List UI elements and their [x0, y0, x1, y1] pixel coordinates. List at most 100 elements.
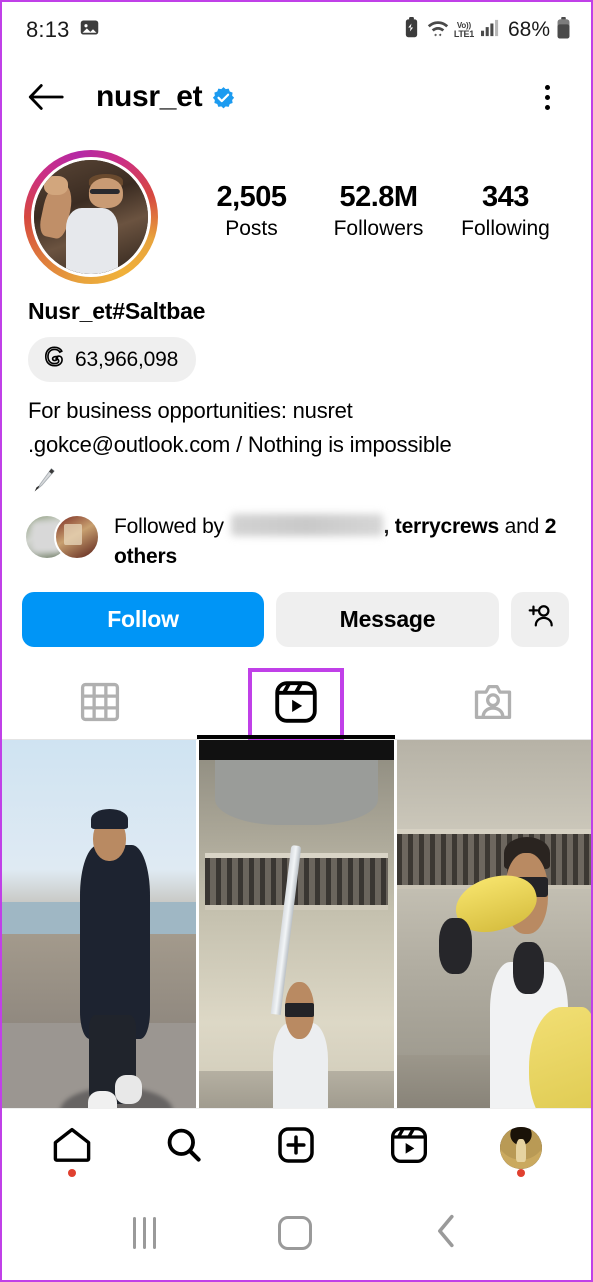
- system-navigation-bar: [2, 1186, 591, 1280]
- followed-by-others-label: others: [114, 545, 177, 569]
- reel-figure-sunglasses: [284, 1002, 314, 1017]
- stat-followers[interactable]: 52.8M Followers: [315, 180, 442, 241]
- profile-action-buttons: Follow Message: [2, 572, 591, 647]
- nav-profile[interactable]: [490, 1117, 552, 1179]
- followed-by-username: terrycrews: [394, 515, 500, 539]
- recents-icon[interactable]: [133, 1217, 156, 1249]
- reels-grid: 6.1M 6.6M: [2, 739, 591, 1144]
- nav-home[interactable]: [41, 1117, 103, 1179]
- reel-image: [396, 739, 591, 1144]
- profile-full-name: Nusr_et#Saltbae: [28, 298, 206, 324]
- followed-by-others-count: 2: [544, 515, 557, 539]
- reel-glove: [439, 917, 473, 975]
- reel-thumbnail[interactable]: 6.6M: [199, 739, 394, 1144]
- nav-create[interactable]: [265, 1117, 327, 1179]
- volte-icon: Vo)) LTE1: [453, 21, 474, 39]
- volte-bottom-label: LTE1: [453, 28, 474, 39]
- kebab-menu-icon[interactable]: [527, 77, 567, 117]
- reel-image: [199, 739, 394, 1144]
- phone-screen: 8:13 Vo)) LTE1 68% nusr_et 2,505 Posts 5…: [0, 0, 593, 1282]
- image-icon: [79, 17, 100, 43]
- recents-bar: [153, 1217, 156, 1249]
- reel-thumbnail[interactable]: 6.1M: [2, 739, 197, 1144]
- reel-letterbox: [199, 739, 394, 761]
- status-bar-left: 8:13: [26, 17, 100, 43]
- profile-avatar-story-ring[interactable]: [24, 150, 158, 284]
- knife-emoji-icon: [28, 466, 58, 492]
- grid-icon: [78, 680, 122, 729]
- tab-grid[interactable]: [2, 671, 198, 739]
- nav-search[interactable]: [153, 1117, 215, 1179]
- tagged-icon: [471, 680, 515, 729]
- kebab-dot: [544, 84, 550, 90]
- stat-label: Posts: [225, 217, 278, 241]
- wifi-icon: [426, 17, 450, 43]
- stat-value: 2,505: [216, 181, 287, 213]
- profile-stats: 2,505 Posts 52.8M Followers 343 Followin…: [158, 150, 569, 241]
- status-time: 8:13: [26, 17, 70, 42]
- followed-by-text: Followed by , terrycrews and 2 others: [114, 510, 565, 572]
- profile-header: nusr_et: [2, 58, 591, 136]
- follow-button[interactable]: Follow: [22, 591, 264, 647]
- profile-avatar-icon: [499, 1126, 542, 1169]
- stat-label: Following: [461, 217, 550, 241]
- battery-icon: [556, 16, 571, 44]
- profile-tabs: [2, 667, 591, 742]
- avatar: [31, 157, 151, 277]
- followed-by-prefix: Followed by: [114, 515, 224, 539]
- message-button[interactable]: Message: [276, 591, 499, 647]
- followed-by-avatars: [24, 514, 100, 561]
- verified-badge-icon: [212, 86, 235, 109]
- stat-value: 52.8M: [339, 181, 418, 213]
- bottom-navigation-bar: [2, 1108, 591, 1186]
- threads-badge[interactable]: 63,966,098: [28, 337, 197, 382]
- followed-by-separator: ,: [383, 515, 395, 539]
- reel-hood: [214, 760, 379, 825]
- reel-thumbnail[interactable]: 5.3M: [396, 739, 591, 1144]
- reel-figure-shoe: [114, 1075, 142, 1104]
- followed-by-hidden-name: [230, 514, 383, 537]
- profile-summary: 2,505 Posts 52.8M Followers 343 Followin…: [2, 136, 591, 284]
- signal-bars-icon: [480, 19, 500, 42]
- back-arrow-icon[interactable]: [26, 75, 70, 119]
- add-person-button[interactable]: [511, 591, 569, 647]
- reel-glove: [513, 941, 545, 995]
- page-title: nusr_et: [96, 80, 203, 113]
- search-icon: [165, 1126, 203, 1169]
- header-title-group: nusr_et: [96, 80, 235, 114]
- followed-avatar: [54, 514, 100, 561]
- reels-icon: [389, 1125, 429, 1170]
- add-person-icon: [525, 602, 555, 636]
- avatar-shirt: [65, 207, 119, 274]
- nav-reels[interactable]: [378, 1117, 440, 1179]
- tab-reels[interactable]: [198, 667, 394, 742]
- stat-value: 343: [482, 181, 529, 213]
- home-square-icon[interactable]: [278, 1216, 312, 1250]
- followed-by-and: and: [499, 515, 545, 539]
- status-bar: 8:13 Vo)) LTE1 68%: [2, 2, 591, 58]
- tab-tagged[interactable]: [395, 671, 591, 739]
- kebab-dot: [544, 104, 550, 110]
- threads-count: 63,966,098: [75, 347, 179, 371]
- home-icon: [52, 1126, 92, 1169]
- reel-image: [2, 739, 197, 1144]
- reel-figure-cap: [91, 808, 129, 829]
- avatar-sunglasses: [89, 188, 120, 195]
- nav-badge-dot: [68, 1168, 77, 1177]
- status-bar-right: Vo)) LTE1 68%: [403, 16, 571, 44]
- reel-figure-body: [79, 844, 150, 1039]
- recents-bar: [133, 1217, 136, 1249]
- back-chevron-icon[interactable]: [434, 1213, 460, 1254]
- stat-posts[interactable]: 2,505 Posts: [188, 180, 315, 241]
- stat-following[interactable]: 343 Following: [442, 180, 569, 241]
- followed-by-row[interactable]: Followed by , terrycrews and 2 others: [2, 496, 591, 572]
- battery-percent: 68%: [507, 18, 550, 41]
- reels-tab-annotation-box: [248, 667, 345, 742]
- bio-line-1: For business opportunities: nusret: [28, 398, 353, 423]
- kebab-dot: [544, 94, 550, 100]
- plus-square-icon: [276, 1125, 316, 1170]
- avatar-hand: [44, 175, 69, 196]
- recents-bar: [143, 1217, 146, 1249]
- battery-saver-icon: [403, 17, 420, 43]
- stat-label: Followers: [333, 217, 424, 241]
